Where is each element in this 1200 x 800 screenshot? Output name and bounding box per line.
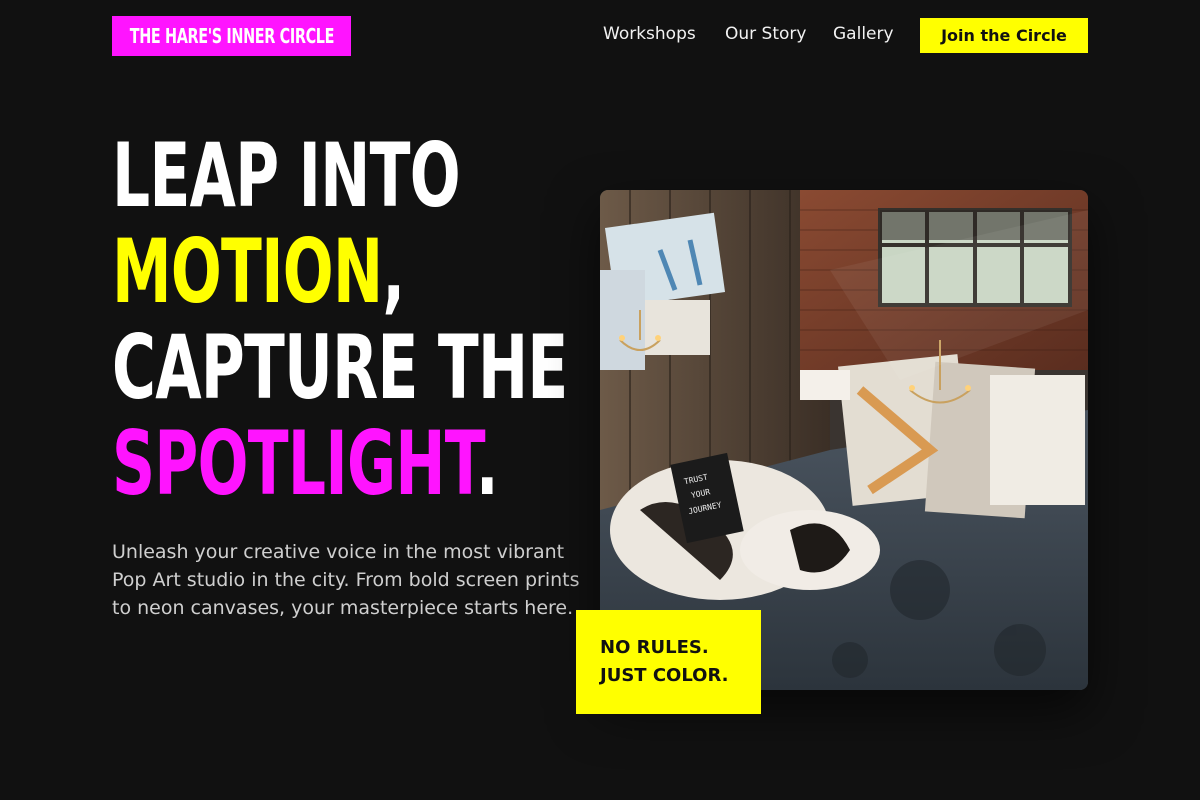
brand-logo-text: THE HARE'S INNER CIRCLE bbox=[129, 24, 334, 48]
hero-headline: LEAP INTO MOTION, CAPTURE THE SPOTLIGHT. bbox=[112, 128, 568, 512]
nav-link-gallery[interactable]: Gallery bbox=[833, 24, 894, 44]
headline-comma: , bbox=[382, 220, 405, 323]
headline-highlight-motion: MOTION bbox=[112, 220, 383, 323]
headline-line-4: SPOTLIGHT. bbox=[112, 416, 568, 512]
nav-link-workshops[interactable]: Workshops bbox=[603, 24, 696, 44]
headline-line-1: LEAP INTO bbox=[112, 124, 461, 227]
brand-logo[interactable]: THE HARE'S INNER CIRCLE bbox=[112, 16, 351, 56]
headline-line-3: CAPTURE THE bbox=[112, 316, 568, 419]
nav-link-our-story[interactable]: Our Story bbox=[725, 24, 806, 44]
callout-line-2: JUST COLOR. bbox=[600, 665, 729, 686]
callout-badge: NO RULES. JUST COLOR. bbox=[576, 610, 761, 714]
join-circle-button[interactable]: Join the Circle bbox=[920, 18, 1088, 53]
headline-line-2: MOTION, bbox=[112, 224, 568, 320]
landing-page: THE HARE'S INNER CIRCLE Workshops Our St… bbox=[0, 0, 1200, 800]
headline-highlight-spotlight: SPOTLIGHT bbox=[112, 412, 477, 515]
callout-line-1: NO RULES. bbox=[600, 637, 709, 658]
headline-period: . bbox=[475, 412, 499, 515]
hero-intro-text: Unleash your creative voice in the most … bbox=[112, 541, 580, 619]
